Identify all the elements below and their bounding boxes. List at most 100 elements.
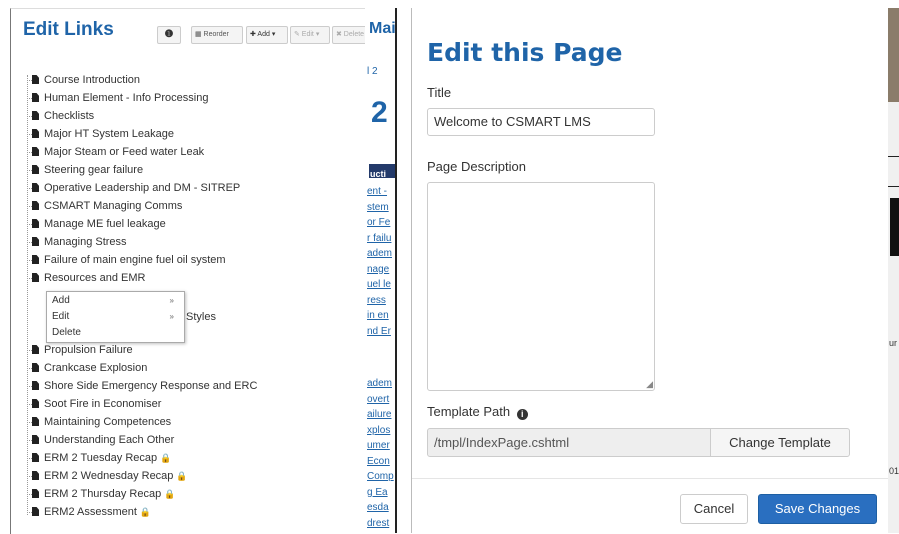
- background-page-title: Mai: [369, 20, 396, 37]
- resize-handle-icon[interactable]: ◢: [646, 379, 653, 390]
- page-icon: [32, 183, 39, 192]
- tree-item-label: Checklists: [44, 110, 95, 122]
- reorder-button[interactable]: ▦ Reorder: [191, 26, 243, 44]
- tree-item[interactable]: Shore Side Emergency Response and ERC: [26, 377, 258, 395]
- add-button[interactable]: ✚ Add ▾: [246, 26, 288, 44]
- page-icon: [32, 237, 39, 246]
- background-link[interactable]: xplos: [367, 425, 390, 436]
- background-link[interactable]: ent -: [367, 186, 387, 197]
- info-icon[interactable]: i: [516, 409, 528, 420]
- lock-icon: 🔒: [176, 471, 188, 481]
- background-text-fragment: 01: [889, 466, 899, 476]
- background-big-number: 2: [371, 96, 388, 129]
- background-link[interactable]: ailure: [367, 409, 391, 420]
- page-icon: [32, 255, 39, 264]
- title-input[interactable]: Welcome to CSMART LMS: [427, 108, 655, 136]
- edit-button[interactable]: ✎ Edit ▾: [290, 26, 330, 44]
- tree-item[interactable]: Propulsion Failure: [27, 341, 133, 359]
- tree-item-label: Human Element - Info Processing: [44, 92, 209, 104]
- tree-item[interactable]: Soot Fire in Economiser: [26, 395, 161, 413]
- page-icon: [32, 165, 39, 174]
- background-header-bar: ucti: [369, 164, 395, 179]
- edit-links-panel: Edit Links ❶ ▦ Reorder ✚ Add ▾ ✎ Edit ▾ …: [10, 8, 373, 534]
- tree-item-label: Operative Leadership and DM - SITREP: [44, 182, 241, 194]
- tree-item[interactable]: Resources and EMR: [27, 269, 146, 287]
- tree-item[interactable]: ERM 2 Wednesday Recap 🔒: [27, 467, 188, 485]
- page-icon: [32, 381, 39, 390]
- background-link[interactable]: umer: [367, 440, 390, 451]
- save-changes-button[interactable]: Save Changes: [758, 494, 877, 524]
- background-link[interactable]: g Ea: [367, 487, 388, 498]
- tree-item-label: Maintaining Competences: [44, 416, 172, 428]
- background-link[interactable]: uel le: [367, 279, 391, 290]
- change-template-button[interactable]: Change Template: [710, 428, 850, 457]
- tree-item-label: Shore Side Emergency Response and ERC: [44, 380, 258, 392]
- lock-icon: 🔒: [164, 489, 176, 499]
- page-icon: [32, 93, 39, 102]
- background-link[interactable]: adem: [367, 248, 392, 259]
- description-label: Page Description: [427, 159, 526, 174]
- tree-item[interactable]: CSMART Managing Comms: [26, 197, 182, 215]
- background-link[interactable]: esda: [367, 502, 389, 513]
- context-menu-item[interactable]: Edit »: [52, 309, 180, 325]
- tree-item[interactable]: Maintaining Competences: [26, 413, 172, 431]
- background-text-fragment: ur: [889, 338, 898, 348]
- page-icon: [32, 75, 39, 84]
- tree-item-label: ERM 2 Wednesday Recap: [44, 470, 174, 482]
- context-menu-item[interactable]: Add »: [52, 293, 180, 309]
- tree-item-label: Course Introduction: [44, 74, 140, 86]
- background-link[interactable]: nd Er: [367, 326, 391, 337]
- submenu-arrow-icon: »: [169, 296, 174, 305]
- tree-item[interactable]: ERM2 Assessment 🔒: [26, 503, 151, 521]
- page-icon: [32, 363, 39, 372]
- cancel-button[interactable]: Cancel: [680, 494, 748, 524]
- tree-item[interactable]: ERM 2 Tuesday Recap 🔒: [26, 449, 171, 467]
- tree-item[interactable]: Understanding Each Other: [26, 431, 174, 449]
- background-link[interactable]: ress: [367, 295, 386, 306]
- context-menu-item[interactable]: Delete: [52, 325, 180, 341]
- tree-item[interactable]: Operative Leadership and DM - SITREP: [26, 179, 241, 197]
- context-menu: Add » Edit » Delete: [46, 291, 185, 343]
- description-textarea[interactable]: ◢: [427, 182, 655, 391]
- background-link[interactable]: adem: [367, 378, 392, 389]
- background-tab[interactable]: l 2: [367, 66, 378, 77]
- edit-links-title: Edit Links: [23, 19, 114, 40]
- tree-item[interactable]: Managing Stress: [27, 233, 127, 251]
- background-link[interactable]: nage: [367, 264, 389, 275]
- page-icon: [32, 417, 39, 426]
- tree-item[interactable]: Major HT System Leakage: [26, 125, 175, 143]
- tree-item-label: Major HT System Leakage: [44, 128, 175, 140]
- tree-item[interactable]: Steering gear failure: [26, 161, 144, 179]
- tree-item[interactable]: Failure of main engine fuel oil system: [27, 251, 226, 269]
- page-icon: [32, 489, 39, 498]
- page-icon: [32, 507, 39, 516]
- tree-item[interactable]: Checklists: [26, 107, 95, 125]
- template-path-group: /tmpl/IndexPage.cshtml Change Template: [427, 428, 850, 457]
- background-link[interactable]: or Fe: [367, 217, 390, 228]
- background-link[interactable]: drest: [367, 518, 389, 529]
- tree-item-label: ERM 2 Thursday Recap: [44, 488, 162, 500]
- tree-item[interactable]: Crankcase Explosion: [26, 359, 147, 377]
- background-link[interactable]: Econ: [367, 456, 390, 467]
- background-image-block: [890, 198, 899, 256]
- tree-item[interactable]: Major Steam or Feed water Leak: [26, 143, 204, 161]
- background-link[interactable]: r failu: [367, 233, 391, 244]
- page-icon: [32, 453, 39, 462]
- tree-item-label: ERM2 Assessment: [44, 506, 137, 518]
- background-link[interactable]: Comp: [367, 471, 394, 482]
- submenu-arrow-icon: »: [169, 312, 174, 321]
- tree-item[interactable]: Human Element - Info Processing: [26, 89, 209, 107]
- tree-item[interactable]: Course Introduction: [27, 71, 140, 89]
- info-button[interactable]: ❶: [157, 26, 181, 44]
- tree-item-label: Manage ME fuel leakage: [44, 218, 166, 230]
- title-label: Title: [427, 85, 452, 100]
- tree-item-label: Steering gear failure: [44, 164, 144, 176]
- background-page-strip: Mai l 2 2 ucti ent - stem or Fe r failu adem…: [365, 8, 397, 533]
- tree-item[interactable]: Manage ME fuel leakage: [27, 215, 166, 233]
- tree-item[interactable]: ERM 2 Thursday Recap 🔒: [26, 485, 176, 503]
- background-link[interactable]: overt: [367, 394, 389, 405]
- background-link[interactable]: in en: [367, 310, 389, 321]
- page-icon: [32, 399, 39, 408]
- template-path-input: /tmpl/IndexPage.cshtml: [427, 428, 711, 457]
- background-link[interactable]: stem: [367, 202, 389, 213]
